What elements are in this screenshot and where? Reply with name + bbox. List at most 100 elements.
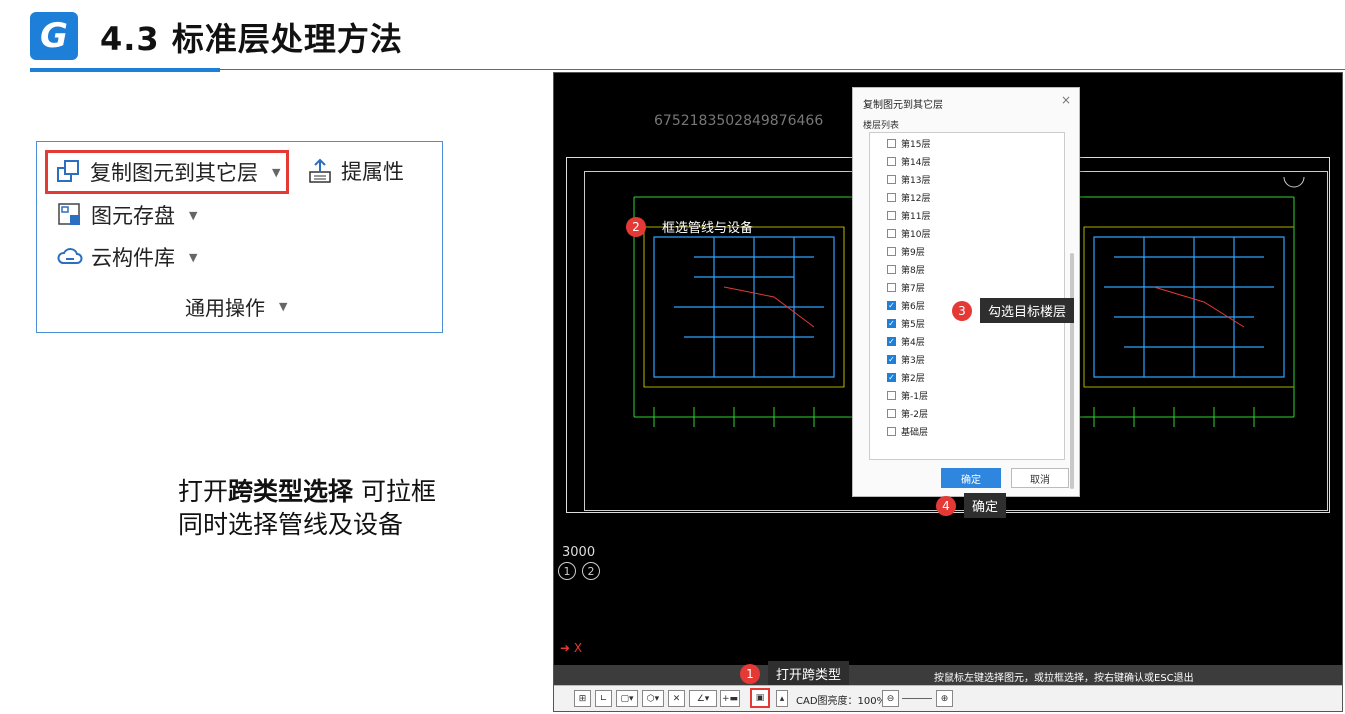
list-scrollbar[interactable] (1070, 253, 1074, 489)
checkbox-checked[interactable]: ✓ (887, 337, 896, 346)
checkbox-checked[interactable]: ✓ (887, 301, 896, 310)
callout-badge: 3 (952, 300, 972, 321)
chevron-down-icon[interactable]: ▼ (272, 166, 280, 179)
callout-4: 4 确定 (936, 493, 1007, 518)
floor-label: 第12层 (901, 194, 931, 204)
grid-icon[interactable]: ⊞ (574, 690, 591, 707)
dialog-title: 复制图元到其它层 (863, 100, 943, 111)
status-hint: 按鼠标左键选择图元，或拉框选择，按右键确认或ESC退出 (934, 673, 1194, 684)
floor-label: 第5层 (901, 320, 925, 330)
extract-button-label: 提属性 (341, 160, 404, 184)
checkbox-unchecked[interactable] (887, 409, 896, 418)
dimension-label: 3000 (562, 545, 596, 560)
checkbox-unchecked[interactable] (887, 265, 896, 274)
cad-viewport[interactable]: 6752183502849876466 复制图元到其它层 × 楼层列表 第15层… (553, 72, 1343, 712)
save-button-label: 图元存盘 (91, 204, 175, 228)
cloud-library-button[interactable]: 云构件库 ▼ (57, 242, 197, 272)
checkbox-unchecked[interactable] (887, 283, 896, 292)
copy-icon (57, 160, 79, 182)
cad-brightness-label: CAD图亮度：100% (796, 696, 887, 707)
checkbox-unchecked[interactable] (887, 427, 896, 436)
floor-row[interactable]: 第-2层 (887, 407, 928, 420)
floor-list-group-label: 楼层列表 (863, 121, 900, 131)
floor-label: 第11层 (901, 212, 931, 222)
checkbox-unchecked[interactable] (887, 391, 896, 400)
floor-row[interactable]: 第12层 (887, 191, 930, 204)
instruction-suffix: 可拉框 (353, 477, 436, 506)
floor-row[interactable]: ✓ 第2层 (887, 371, 925, 384)
3d-cube-icon[interactable]: ⬡▾ (642, 690, 664, 707)
copy-to-other-floor-button[interactable]: 复制图元到其它层 ▼ (45, 150, 290, 194)
checkbox-unchecked[interactable] (887, 211, 896, 220)
checkbox-unchecked[interactable] (887, 193, 896, 202)
floor-row[interactable]: ✓ 第3层 (887, 353, 925, 366)
select-box-icon[interactable]: ▢▾ (616, 690, 638, 707)
cross-type-select-button[interactable]: ▣ (750, 688, 770, 708)
floor-row[interactable]: 第14层 (887, 155, 930, 168)
brightness-slider[interactable] (902, 698, 932, 699)
close-icon[interactable]: × (1061, 93, 1071, 107)
bottom-toolbar: ⊞ ∟ ▢▾ ⬡▾ ✕ ∠▾ +▬ ▣ ▴ CAD图亮度：100% ⊖ ⊕ (554, 685, 1342, 711)
floor-row[interactable]: 基础层 (887, 425, 928, 438)
checkbox-unchecked[interactable] (887, 175, 896, 184)
floor-label: 第4层 (901, 338, 925, 348)
ortho-icon[interactable]: ∟ (595, 690, 612, 707)
floor-label: 第-1层 (901, 392, 928, 402)
ok-button[interactable]: 确定 (941, 468, 1001, 488)
chevron-down-icon[interactable]: ▼ (189, 209, 197, 222)
checkbox-unchecked[interactable] (887, 247, 896, 256)
checkbox-checked[interactable]: ✓ (887, 355, 896, 364)
floor-row[interactable]: 第15层 (887, 137, 930, 150)
cross-icon[interactable]: ✕ (668, 690, 685, 707)
save-element-button[interactable]: 图元存盘 ▼ (57, 200, 197, 230)
floor-row[interactable]: 第7层 (887, 281, 925, 294)
cancel-button[interactable]: 取消 (1011, 468, 1069, 488)
axis-marker-1: 1 (558, 562, 576, 580)
checkbox-unchecked[interactable] (887, 139, 896, 148)
floor-row[interactable]: 第9层 (887, 245, 925, 258)
checkbox-unchecked[interactable] (887, 157, 896, 166)
instruction-line2: 同时选择管线及设备 (178, 510, 404, 539)
floor-row[interactable]: 第11层 (887, 209, 930, 222)
floor-label: 第6层 (901, 302, 925, 312)
add-layer-icon[interactable]: +▬ (720, 690, 740, 707)
checkbox-unchecked[interactable] (887, 229, 896, 238)
floor-row[interactable]: ✓ 第5层 (887, 317, 925, 330)
header-divider (30, 69, 1345, 70)
callout-1: 1 打开跨类型 (740, 661, 850, 686)
floor-label: 第14层 (901, 158, 931, 168)
callout-2: 2 框选管线与设备 (626, 214, 761, 239)
page-title: 4.3 标准层处理方法 (100, 20, 403, 58)
floor-label: 基础层 (901, 428, 929, 438)
checkbox-checked[interactable]: ✓ (887, 373, 896, 382)
floor-label: 第-2层 (901, 410, 928, 420)
floor-row[interactable]: 第-1层 (887, 389, 928, 402)
floor-row[interactable]: ✓ 第4层 (887, 335, 925, 348)
callout-badge: 4 (936, 495, 956, 516)
app-logo: G (30, 12, 78, 60)
callout-badge: 1 (740, 663, 760, 684)
floor-row[interactable]: 第8层 (887, 263, 925, 276)
checkbox-checked[interactable]: ✓ (887, 319, 896, 328)
cloud-icon (57, 248, 83, 264)
cloud-button-label: 云构件库 (91, 246, 175, 270)
extract-property-button[interactable]: 提属性 (307, 156, 404, 186)
general-operations-group[interactable]: 通用操作 ▼ (185, 292, 287, 321)
floor-label: 第9层 (901, 248, 925, 258)
angle-icon[interactable]: ∠▾ (689, 690, 717, 707)
floor-row[interactable]: ✓ 第6层 (887, 299, 925, 312)
chevron-down-icon[interactable]: ▼ (189, 251, 197, 264)
zoom-in-icon[interactable]: ⊕ (936, 690, 953, 707)
floor-row[interactable]: 第10层 (887, 227, 930, 240)
upload-icon (309, 158, 331, 183)
callout-3: 3 勾选目标楼层 (952, 298, 1075, 323)
copy-to-floor-dialog: 复制图元到其它层 × 楼层列表 第15层第14层第13层第12层第11层第10层… (852, 87, 1080, 497)
zoom-out-icon[interactable]: ⊖ (882, 690, 899, 707)
chevron-down-icon[interactable]: ▴ (776, 690, 788, 707)
floor-row[interactable]: 第13层 (887, 173, 930, 186)
copy-button-label: 复制图元到其它层 (90, 161, 258, 185)
floor-label: 第13层 (901, 176, 931, 186)
chevron-down-icon[interactable]: ▼ (279, 300, 287, 313)
floor-label: 第2层 (901, 374, 925, 384)
floor-label: 第8层 (901, 266, 925, 276)
